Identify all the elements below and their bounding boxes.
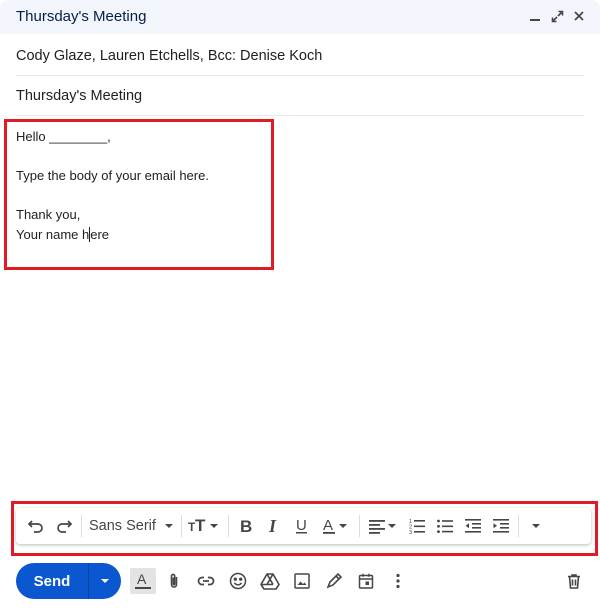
send-button[interactable]: Send (16, 563, 121, 599)
message-body[interactable]: Hello ________, Type the body of your em… (16, 127, 576, 244)
svg-text:A: A (323, 517, 333, 534)
toolbar-divider (517, 515, 519, 537)
italic-icon[interactable]: I (260, 512, 288, 540)
redo-icon[interactable] (50, 512, 78, 540)
underline-icon[interactable]: U (288, 512, 316, 540)
signature-text-before-caret: Your name h (16, 226, 90, 242)
undo-icon[interactable] (22, 512, 50, 540)
body-greeting: Hello ________, (16, 129, 111, 144)
compose-actions-bar: Send A (16, 563, 592, 599)
svg-text:T: T (195, 517, 206, 535)
font-select-value: Sans Serif (89, 518, 156, 534)
indent-less-icon[interactable] (459, 512, 487, 540)
drive-icon[interactable] (257, 568, 283, 594)
minimize-icon[interactable] (526, 6, 544, 26)
font-dropdown-arrow-icon (164, 524, 173, 528)
toolbar-divider (227, 515, 229, 537)
more-options-icon[interactable] (385, 568, 411, 594)
body-paragraph: Type the body of your email here. (16, 168, 209, 183)
toolbar-divider (358, 515, 360, 537)
body-signature: Your name here (16, 225, 576, 245)
close-icon[interactable] (570, 6, 588, 26)
calendar-icon[interactable] (353, 568, 379, 594)
align-icon[interactable] (363, 512, 403, 540)
subject-text: Thursday's Meeting (16, 88, 143, 104)
toolbar-divider (180, 515, 182, 537)
signature-icon[interactable] (321, 568, 347, 594)
expand-icon[interactable] (548, 6, 566, 26)
formatting-toolbar: Sans Serif TT B I U A 123 (16, 508, 591, 544)
bold-icon[interactable]: B (232, 512, 260, 540)
formatting-options-icon[interactable]: A (130, 568, 156, 594)
svg-text:3: 3 (409, 530, 412, 535)
send-label: Send (33, 572, 71, 590)
photo-icon[interactable] (289, 568, 315, 594)
compose-title: Thursday's Meeting (16, 8, 147, 25)
more-formatting-icon[interactable] (522, 512, 550, 540)
emoji-icon[interactable] (225, 568, 251, 594)
compose-titlebar[interactable]: Thursday's Meeting (0, 0, 600, 34)
bulleted-list-icon[interactable] (431, 512, 459, 540)
delete-icon[interactable] (561, 568, 587, 594)
recipients-text: Cody Glaze, Lauren Etchells, Bcc: Denise… (16, 48, 323, 64)
subject-field[interactable]: Thursday's Meeting (16, 76, 584, 116)
toolbar-divider (81, 515, 82, 537)
numbered-list-icon[interactable]: 123 (403, 512, 431, 540)
svg-text:A: A (137, 571, 147, 587)
signature-text-after-caret: ere (90, 226, 110, 242)
body-closing: Thank you, (16, 207, 81, 222)
recipients-field[interactable]: Cody Glaze, Lauren Etchells, Bcc: Denise… (16, 36, 584, 76)
svg-text:I: I (268, 517, 277, 535)
svg-text:U: U (296, 517, 307, 534)
font-select[interactable]: Sans Serif (85, 512, 178, 540)
link-icon[interactable] (193, 568, 219, 594)
window-controls (526, 6, 588, 26)
text-color-icon[interactable]: A (316, 512, 356, 540)
indent-more-icon[interactable] (487, 512, 515, 540)
svg-text:B: B (240, 517, 252, 535)
text-size-icon[interactable]: TT (185, 512, 225, 540)
attach-icon[interactable] (161, 568, 187, 594)
schedule-send-arrow[interactable] (89, 572, 121, 590)
